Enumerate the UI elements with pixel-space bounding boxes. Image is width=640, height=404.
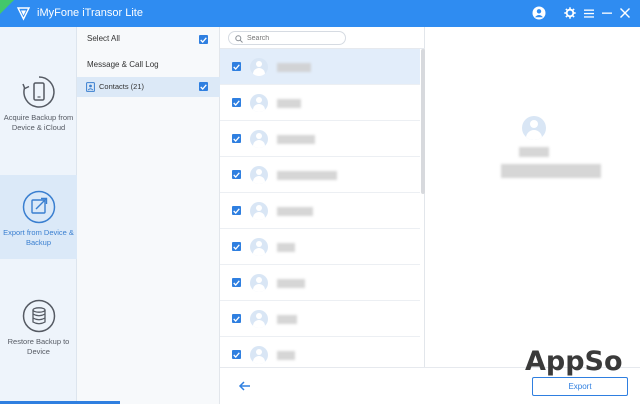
table-row[interactable] [220,121,420,157]
table-row[interactable] [220,49,420,85]
row-checkbox[interactable] [232,278,241,287]
redacted-name [277,99,301,108]
nav-export[interactable]: Export from Device & Backup [0,175,77,259]
back-arrow-icon[interactable] [238,379,252,393]
footer-bar: AppSo Export [220,346,640,404]
export-button[interactable]: Export [532,377,628,396]
search-box[interactable] [228,31,346,45]
redacted-name [277,351,295,360]
avatar [250,346,268,364]
row-checkbox[interactable] [232,206,241,215]
phone-sync-icon [21,76,55,108]
close-icon[interactable] [617,5,633,21]
search-icon [235,35,243,43]
avatar [250,58,268,76]
redacted-detail-name [519,147,549,157]
contact-detail-panel [425,27,640,367]
avatar [250,166,268,184]
contacts-checkbox[interactable] [199,82,208,91]
table-row[interactable] [220,157,420,193]
app-title: iMyFone iTransor Lite [37,7,143,19]
gear-icon[interactable] [562,5,578,21]
nav-acquire-backup[interactable]: Acquire Backup from Device & iCloud [0,75,77,155]
table-row[interactable] [220,193,420,229]
select-all-label: Select All [87,34,120,43]
row-checkbox[interactable] [232,350,241,359]
avatar [250,202,268,220]
menu-icon[interactable] [581,5,597,21]
select-all-checkbox[interactable] [199,35,208,44]
nav-restore-label: Restore Backup to Device [7,337,70,356]
row-checkbox[interactable] [232,314,241,323]
nav-acquire-label: Acquire Backup from Device & iCloud [3,113,74,132]
table-row[interactable] [220,85,420,121]
new-ribbon [0,0,14,14]
account-icon[interactable] [531,5,547,21]
row-checkbox[interactable] [232,98,241,107]
table-row[interactable] [220,301,420,337]
avatar [250,130,268,148]
row-checkbox[interactable] [232,134,241,143]
export-icon [22,190,55,224]
table-row[interactable] [220,265,420,301]
app-logo-icon [16,7,31,21]
redacted-name [277,135,315,144]
row-checkbox[interactable] [232,62,241,71]
category-group-message-call: Message & Call Log [77,53,220,78]
appso-watermark: AppSo [525,346,623,377]
redacted-name [277,207,313,216]
redacted-name [277,279,305,288]
database-restore-icon [22,299,55,333]
title-bar: iMyFone iTransor Lite [0,0,640,27]
redacted-name [277,63,311,72]
avatar [250,238,268,256]
nav-export-label: Export from Device & Backup [3,228,74,247]
left-nav: Acquire Backup from Device & iCloud Expo… [0,27,77,404]
redacted-name [277,315,297,324]
category-panel: Select All Message & Call Log Contacts (… [77,27,220,404]
contact-list-panel [220,27,425,367]
redacted-detail-info [501,164,601,178]
category-contacts[interactable]: Contacts (21) [77,77,220,97]
avatar [250,274,268,292]
select-all-row[interactable]: Select All [77,27,220,52]
avatar [250,310,268,328]
table-row[interactable] [220,337,420,367]
search-input[interactable] [247,33,342,43]
redacted-name [277,243,295,252]
contacts-book-icon [86,82,95,92]
row-checkbox[interactable] [232,242,241,251]
table-row[interactable] [220,229,420,265]
contacts-label: Contacts (21) [99,82,145,91]
avatar [250,94,268,112]
category-group-label: Message & Call Log [87,60,159,69]
nav-restore-backup[interactable]: Restore Backup to Device [0,299,77,379]
minimize-icon[interactable] [599,5,615,21]
row-checkbox[interactable] [232,170,241,179]
detail-avatar [522,116,546,140]
redacted-name [277,171,337,180]
